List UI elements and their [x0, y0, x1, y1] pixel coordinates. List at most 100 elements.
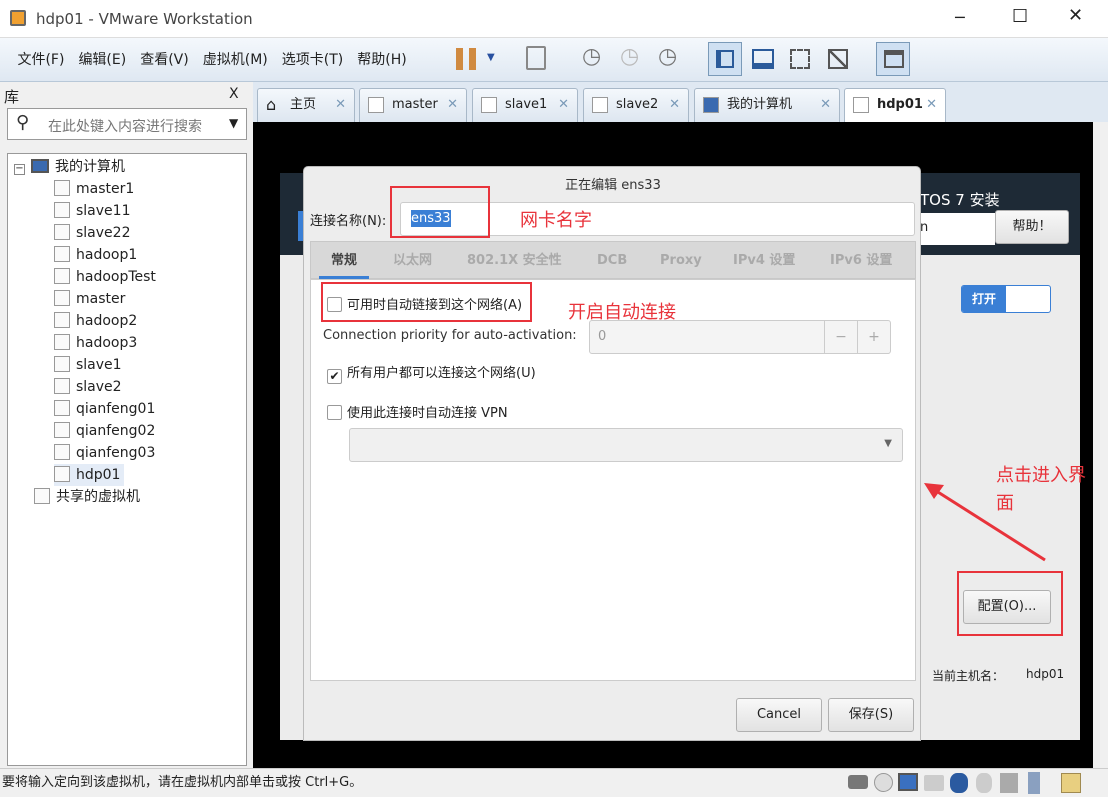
tab-8021x[interactable]: 802.1X 安全性 — [467, 242, 562, 280]
close-tab-icon[interactable]: ✕ — [926, 89, 937, 121]
vm-icon — [54, 180, 70, 196]
vpn-select[interactable]: ▼ — [349, 428, 903, 462]
tree-vm-item[interactable]: hadoop2 — [54, 310, 137, 332]
tab-slave2[interactable]: slave2 ✕ — [583, 88, 689, 122]
help-button[interactable]: 帮助！ — [995, 210, 1069, 244]
tree-vm-item[interactable]: hadoopTest — [54, 266, 156, 288]
vm-icon — [54, 268, 70, 284]
menu-tabs[interactable]: 选项卡(T) — [275, 38, 350, 82]
close-tab-icon[interactable]: ✕ — [335, 89, 346, 121]
connection-name-label: 连接名称(N): — [310, 214, 387, 229]
annotation-auto-connect: 开启自动连接 — [568, 302, 676, 323]
thumbnail-icon[interactable] — [876, 42, 910, 76]
menu-view[interactable]: 查看(V) — [133, 38, 196, 82]
checkbox-icon — [327, 405, 342, 420]
all-users-checkbox[interactable]: ✔ 所有用户都可以连接这个网络(U) — [327, 362, 536, 384]
tree-vm-item[interactable]: slave22 — [54, 222, 130, 244]
increment-button[interactable]: + — [857, 321, 890, 353]
dropdown-icon[interactable]: ▼ — [487, 52, 495, 63]
vm-running-icon — [853, 97, 869, 113]
vm-icon — [54, 334, 70, 350]
tab-ethernet[interactable]: 以太网 — [393, 242, 432, 280]
shared-vm-icon — [34, 488, 50, 504]
status-bar: 要将输入定向到该虚拟机，请在虚拟机内部单击或按 Ctrl+G。 — [0, 768, 1108, 797]
cancel-button[interactable]: Cancel — [736, 698, 822, 732]
tree-vm-item[interactable]: qianfeng01 — [54, 398, 155, 420]
close-tab-icon[interactable]: ✕ — [669, 89, 680, 121]
usb-icon[interactable] — [1028, 772, 1040, 794]
dialog-tab-bar: 常规 以太网 802.1X 安全性 DCB Proxy IPv4 设置 IPv6… — [310, 241, 916, 279]
search-input[interactable]: 在此处键入内容进行搜索 — [48, 116, 202, 136]
tree-vm-item[interactable]: master — [54, 288, 125, 310]
tab-ipv6[interactable]: IPv6 设置 — [830, 242, 892, 280]
hard-disk-icon[interactable] — [848, 775, 868, 789]
tree-vm-item[interactable]: hadoop1 — [54, 244, 137, 266]
tree-vm-item[interactable]: hdp01 — [54, 464, 125, 486]
tab-hdp01[interactable]: hdp01 ✕ — [844, 88, 946, 122]
tab-ipv4[interactable]: IPv4 设置 — [733, 242, 795, 280]
snapshot-revert-icon[interactable]: ◷ — [620, 44, 639, 69]
tree-vm-item[interactable]: slave11 — [54, 200, 130, 222]
menu-help[interactable]: 帮助(H) — [350, 38, 413, 82]
tree-vm-item[interactable]: qianfeng02 — [54, 420, 155, 442]
annotation-arrow — [924, 483, 1046, 562]
tab-home[interactable]: ⌂ 主页 ✕ — [257, 88, 355, 122]
maximize-button[interactable]: ☐ — [1012, 6, 1028, 27]
network-icon[interactable] — [898, 773, 918, 791]
close-tab-icon[interactable]: ✕ — [447, 89, 458, 121]
send-ctrl-alt-del-icon[interactable] — [526, 46, 546, 70]
collapse-icon[interactable]: − — [14, 164, 25, 175]
menu-file[interactable]: 文件(F) — [10, 38, 71, 82]
vpn-checkbox[interactable]: 使用此连接时自动连接 VPN — [327, 402, 508, 421]
menu-vm[interactable]: 虚拟机(M) — [196, 38, 275, 82]
annotation-box-name — [390, 186, 490, 238]
minimize-button[interactable]: ─ — [955, 8, 965, 27]
search-box[interactable]: ⚲ 在此处键入内容进行搜索 ▼ — [7, 108, 247, 140]
tree-vm-item[interactable]: slave1 — [54, 354, 122, 376]
network-toggle[interactable]: 打开 — [961, 285, 1051, 313]
unity-icon[interactable] — [828, 49, 848, 69]
tree-vm-item[interactable]: master1 — [54, 178, 134, 200]
tab-master[interactable]: master ✕ — [359, 88, 467, 122]
close-library-button[interactable]: X — [229, 86, 239, 102]
sidebar-view-icon[interactable] — [708, 42, 742, 76]
close-tab-icon[interactable]: ✕ — [820, 89, 831, 121]
sound-icon[interactable] — [950, 773, 968, 793]
fullscreen-icon[interactable] — [790, 49, 810, 69]
close-tab-icon[interactable]: ✕ — [558, 89, 569, 121]
installer-title: TOS 7 安装 — [920, 191, 1000, 209]
printer-icon[interactable] — [924, 775, 944, 791]
tree-vm-item[interactable]: slave2 — [54, 376, 122, 398]
hostname-value: hdp01 — [1026, 667, 1065, 681]
menu-edit[interactable]: 编辑(E) — [71, 38, 133, 82]
snapshot-manager-icon[interactable]: ◷ — [658, 44, 677, 69]
vm-icon — [54, 224, 70, 240]
computer-icon — [31, 159, 49, 173]
close-button[interactable]: ✕ — [1068, 5, 1083, 26]
vm-icon — [54, 202, 70, 218]
tree-root-my-computer[interactable]: − 我的计算机 — [14, 156, 125, 178]
pause-icon[interactable] — [456, 48, 476, 70]
tab-dcb[interactable]: DCB — [597, 242, 627, 280]
priority-stepper[interactable]: 0 − + — [589, 320, 891, 354]
snapshot-take-icon[interactable]: ◷ — [582, 44, 601, 69]
display-icon[interactable] — [1000, 773, 1018, 793]
tab-slave1[interactable]: slave1 ✕ — [472, 88, 578, 122]
save-button[interactable]: 保存(S) — [828, 698, 914, 732]
speaker-icon[interactable] — [976, 773, 992, 793]
tab-proxy[interactable]: Proxy — [660, 242, 702, 280]
cd-icon[interactable] — [874, 773, 893, 792]
console-view-icon[interactable] — [752, 49, 774, 69]
message-icon[interactable] — [1061, 773, 1081, 793]
vm-icon — [54, 290, 70, 306]
tree-vm-item[interactable]: hadoop3 — [54, 332, 137, 354]
tab-my-computer[interactable]: 我的计算机 ✕ — [694, 88, 840, 122]
tree-vm-item[interactable]: qianfeng03 — [54, 442, 155, 464]
vmware-logo-icon — [10, 10, 26, 26]
vm-icon — [54, 312, 70, 328]
tree-shared-vms[interactable]: 共享的虚拟机 — [34, 486, 140, 508]
decrement-button[interactable]: − — [824, 321, 857, 353]
tab-general[interactable]: 常规 — [319, 242, 370, 279]
search-dropdown-icon[interactable]: ▼ — [229, 116, 238, 130]
edit-connection-dialog: 正在编辑 ens33 连接名称(N): ens33 常规 以太网 802.1X … — [303, 166, 921, 741]
